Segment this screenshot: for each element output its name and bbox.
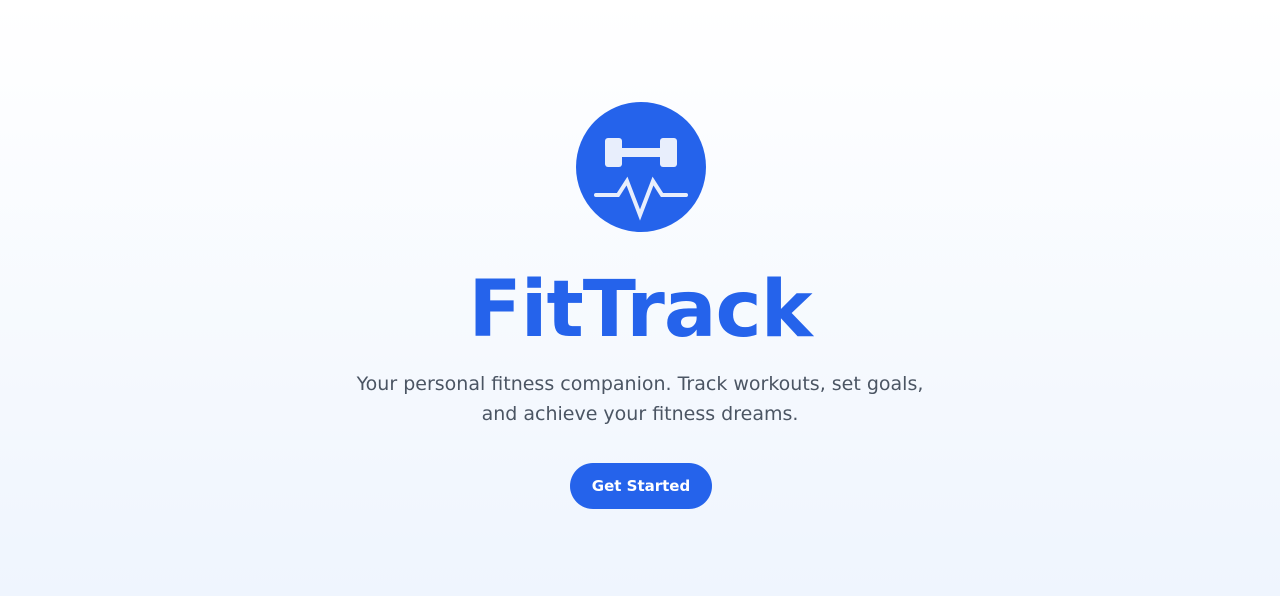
app-logo (576, 102, 706, 232)
app-title: FitTrack (468, 265, 812, 355)
get-started-button[interactable]: Get Started (570, 463, 712, 509)
dumbbell-heartbeat-icon (594, 138, 688, 221)
hero-section: FitTrack Your personal fitness companion… (0, 0, 1280, 596)
app-tagline: Your personal fitness companion. Track w… (356, 373, 924, 425)
